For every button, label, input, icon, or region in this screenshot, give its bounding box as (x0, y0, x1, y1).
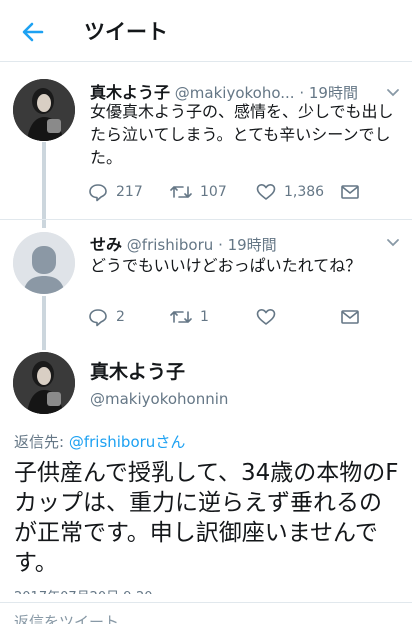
reply-context: 返信先: @frishiboruさん (14, 431, 185, 452)
tweet-actions: 217 107 1,386 (88, 182, 378, 206)
default-avatar-icon (13, 232, 75, 294)
mail-icon (341, 185, 359, 199)
divider (0, 219, 412, 220)
user-handle[interactable]: @makiyokohonnin (90, 390, 228, 408)
retweet-icon (170, 186, 192, 198)
retweet-count: 107 (200, 184, 227, 200)
reply-button[interactable]: 217 (88, 182, 143, 202)
back-arrow-icon[interactable] (20, 19, 46, 45)
display-name[interactable]: 真木よう子 (90, 357, 185, 384)
tweet-text: どうでもいいけどおっぱいたれてね？ (90, 256, 362, 275)
reply-button[interactable]: 2 (88, 307, 125, 327)
user-handle[interactable]: @frishiboru (127, 236, 213, 254)
avatar[interactable] (13, 79, 75, 141)
reply-handle-link[interactable]: @frishiboru (69, 433, 155, 451)
reply-count: 2 (116, 309, 125, 325)
like-button[interactable]: 1,386 (256, 182, 324, 202)
reply-compose-input[interactable]: 返信をツイート (14, 611, 119, 624)
timestamp[interactable]: · 19時間 (218, 236, 277, 254)
tweet-date: 2017年07月20日 9:20 (14, 586, 153, 594)
thread-line (42, 142, 46, 228)
chevron-down-icon[interactable] (385, 84, 401, 100)
share-button[interactable] (340, 182, 360, 202)
retweet-icon (170, 311, 192, 323)
tweet-header: せみ @frishiboru · 19時間 (90, 231, 277, 255)
like-button[interactable] (256, 307, 276, 327)
page-title: ツイート (84, 20, 168, 44)
reply-count: 217 (116, 184, 143, 200)
reply-suffix: さん (155, 433, 186, 451)
top-bar: ツイート (0, 0, 412, 62)
tweet-actions: 2 1 (88, 307, 378, 331)
tweet-text: 女優真木よう子の、感情を、少しでも出したら泣いてしまう。とても辛いシーンでした。 (90, 102, 394, 167)
reply-icon (89, 309, 107, 327)
heart-icon (256, 184, 276, 200)
like-count: 1,386 (284, 184, 325, 200)
reply-icon (89, 184, 107, 202)
display-name[interactable]: せみ (90, 235, 122, 254)
tweet-text: 子供産んで授乳して、34歳の本物のFカップは、重力に逆らえず垂れるのが正常です。… (14, 460, 399, 576)
thread-line (42, 296, 46, 350)
reply-prefix: 返信先: (14, 433, 69, 451)
mail-icon (341, 310, 359, 324)
chevron-down-icon[interactable] (385, 234, 401, 250)
avatar[interactable] (13, 352, 75, 414)
heart-icon (256, 309, 276, 325)
share-button[interactable] (340, 307, 360, 327)
avatar[interactable] (13, 232, 75, 294)
retweet-count: 1 (200, 309, 209, 325)
retweet-button[interactable]: 1 (170, 307, 209, 327)
divider (0, 602, 412, 603)
retweet-button[interactable]: 107 (170, 182, 227, 202)
